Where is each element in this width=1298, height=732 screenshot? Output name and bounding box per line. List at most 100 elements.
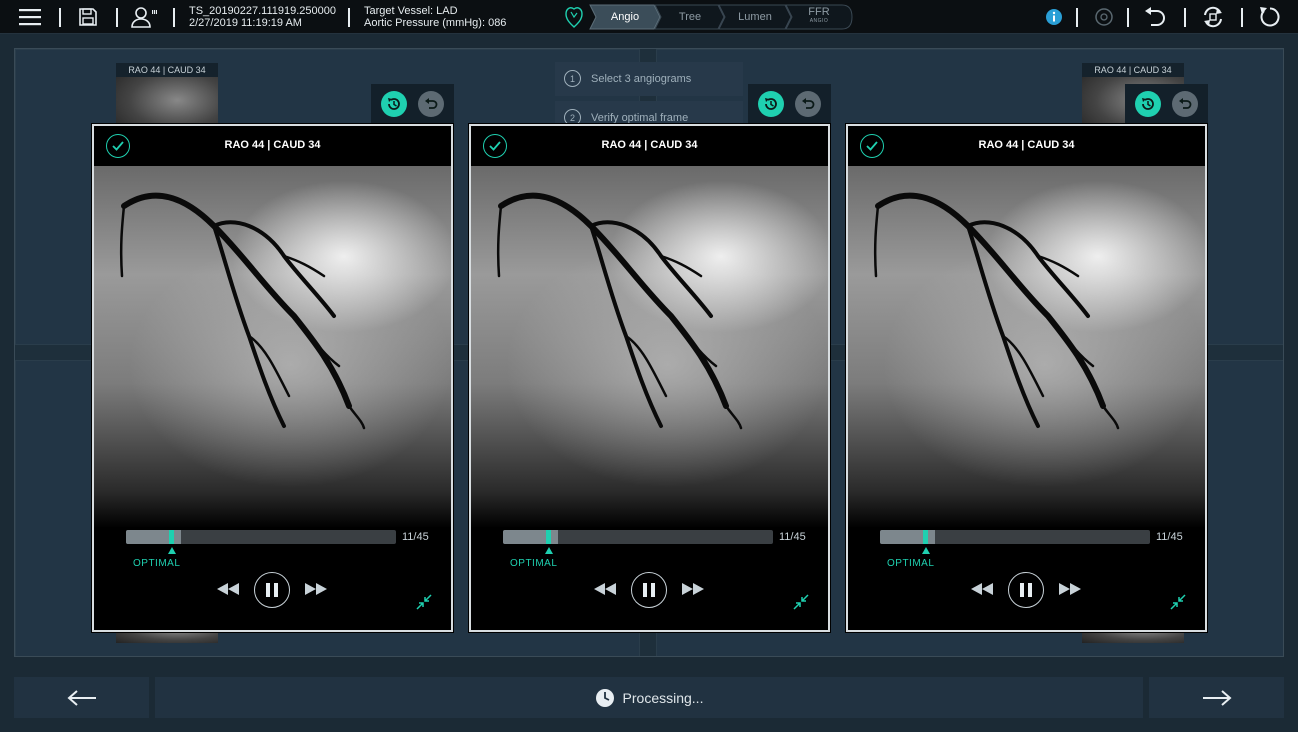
user-icon[interactable] bbox=[130, 3, 158, 31]
panel-title: RAO 44 | CAUD 34 bbox=[224, 139, 321, 151]
rewind-button[interactable] bbox=[214, 574, 242, 604]
step-ffr[interactable]: FFR ANGIO bbox=[792, 4, 846, 30]
optimal-marker bbox=[168, 547, 176, 554]
vessel-overlay bbox=[496, 192, 743, 430]
toolbar-divider bbox=[1127, 8, 1129, 27]
history-button[interactable] bbox=[758, 91, 784, 117]
vessel-path bbox=[496, 204, 503, 278]
undo-button[interactable] bbox=[795, 91, 821, 117]
vessel-path bbox=[873, 204, 880, 278]
frame-counter: 11/45 bbox=[1156, 531, 1183, 543]
arrow-left-icon bbox=[66, 689, 96, 706]
undo-button[interactable] bbox=[1172, 91, 1198, 117]
hamburger-icon[interactable] bbox=[16, 3, 44, 31]
target-vessel: Target Vessel: LAD bbox=[364, 5, 458, 17]
panel-tools bbox=[1125, 84, 1208, 124]
angio-panel[interactable]: RAO 44 | CAUD 34 11/45 OPTIMAL bbox=[469, 124, 830, 632]
status-text: Processing... bbox=[622, 689, 704, 706]
arrow-right-icon bbox=[1202, 689, 1232, 706]
toolbar-divider bbox=[116, 8, 118, 27]
frame-scrubber[interactable] bbox=[126, 530, 396, 544]
save-icon[interactable] bbox=[74, 3, 102, 31]
angio-panel[interactable]: RAO 44 | CAUD 34 11/45 OPTIMAL bbox=[92, 124, 453, 632]
collapse-icon[interactable] bbox=[1168, 592, 1188, 612]
pause-button[interactable] bbox=[631, 572, 667, 608]
scrubber-thumb[interactable] bbox=[546, 530, 551, 544]
vessel-path bbox=[966, 224, 1040, 428]
session-id: TS_20190227.111919.250000 bbox=[189, 5, 337, 17]
step-ffr-label: FFR bbox=[808, 6, 830, 18]
vessel-path bbox=[212, 220, 336, 318]
info-icon[interactable] bbox=[1040, 3, 1068, 31]
toolbar-divider bbox=[348, 8, 350, 27]
frame-scrubber[interactable] bbox=[880, 530, 1150, 544]
undo-button[interactable] bbox=[418, 91, 444, 117]
frame-scrubber[interactable] bbox=[503, 530, 773, 544]
instruction-text: Verify optimal frame bbox=[591, 112, 689, 124]
toolbar-divider bbox=[1076, 8, 1078, 27]
optimal-label: OPTIMAL bbox=[133, 558, 181, 569]
collapse-icon[interactable] bbox=[414, 592, 434, 612]
vessel-path bbox=[966, 220, 1090, 318]
vessel-path bbox=[724, 404, 743, 430]
vessel-path bbox=[589, 220, 713, 318]
toolbar-divider bbox=[59, 8, 61, 27]
step-ffr-sub: ANGIO bbox=[809, 18, 829, 24]
pause-button[interactable] bbox=[254, 572, 290, 608]
aortic-pressure: Aortic Pressure (mmHg): 086 bbox=[364, 17, 507, 29]
vessel-path bbox=[119, 204, 126, 278]
fast-forward-button[interactable] bbox=[679, 574, 707, 604]
bg-thumb-label: RAO 44 | CAUD 34 bbox=[1082, 63, 1184, 77]
panel-title: RAO 44 | CAUD 34 bbox=[978, 139, 1075, 151]
vessel-overlay bbox=[119, 192, 366, 430]
optimal-label: OPTIMAL bbox=[887, 558, 935, 569]
frame-counter: 11/45 bbox=[779, 531, 806, 543]
fast-forward-button[interactable] bbox=[1056, 574, 1084, 604]
panel-title: RAO 44 | CAUD 34 bbox=[601, 139, 698, 151]
rewind-button[interactable] bbox=[968, 574, 996, 604]
scrubber-thumb[interactable] bbox=[923, 530, 928, 544]
vessel-path bbox=[1101, 404, 1120, 430]
optimal-marker bbox=[922, 547, 930, 554]
vessel-path bbox=[589, 224, 663, 428]
collapse-icon[interactable] bbox=[791, 592, 811, 612]
vessel-overlay bbox=[873, 192, 1120, 430]
history-button[interactable] bbox=[381, 91, 407, 117]
rewind-button[interactable] bbox=[591, 574, 619, 604]
panel-tools bbox=[748, 84, 831, 124]
angiogram-image[interactable] bbox=[848, 166, 1205, 528]
next-button[interactable] bbox=[1149, 677, 1284, 718]
vessel-path bbox=[212, 224, 286, 428]
status-bar: Processing... bbox=[155, 677, 1143, 718]
back-button[interactable] bbox=[14, 677, 149, 718]
step-tree[interactable]: Tree bbox=[661, 4, 719, 30]
scrubber-thumb[interactable] bbox=[169, 530, 174, 544]
clock-icon bbox=[595, 688, 614, 707]
fast-forward-button[interactable] bbox=[302, 574, 330, 604]
angiogram-image[interactable] bbox=[471, 166, 828, 528]
angio-panel[interactable]: RAO 44 | CAUD 34 11/45 OPTIMAL bbox=[846, 124, 1207, 632]
step-lumen[interactable]: Lumen bbox=[725, 4, 785, 30]
bg-thumb-label: RAO 44 | CAUD 34 bbox=[116, 63, 218, 77]
reset-icon[interactable] bbox=[1256, 3, 1284, 31]
history-button[interactable] bbox=[1135, 91, 1161, 117]
panel-tools bbox=[371, 84, 454, 124]
optimal-marker bbox=[545, 547, 553, 554]
angiogram-image[interactable] bbox=[94, 166, 451, 528]
toolbar-divider bbox=[1241, 8, 1243, 27]
vessel-path bbox=[347, 404, 366, 430]
top-bar: TS_20190227.111919.250000 2/27/2019 11:1… bbox=[0, 0, 1298, 34]
toolbar-divider bbox=[173, 8, 175, 27]
optimal-label: OPTIMAL bbox=[510, 558, 558, 569]
target-icon bbox=[1090, 3, 1118, 31]
pause-button[interactable] bbox=[1008, 572, 1044, 608]
toolbar-divider bbox=[1184, 8, 1186, 27]
frame-counter: 11/45 bbox=[402, 531, 429, 543]
instruction-step: 1 Select 3 angiograms bbox=[555, 62, 743, 96]
instruction-num: 1 bbox=[564, 70, 581, 87]
sync-icon[interactable] bbox=[1199, 3, 1227, 31]
session-datetime: 2/27/2019 11:19:19 AM bbox=[189, 17, 302, 29]
undo-icon[interactable] bbox=[1141, 3, 1169, 31]
step-angio[interactable]: Angio bbox=[596, 4, 654, 30]
instruction-text: Select 3 angiograms bbox=[591, 73, 692, 85]
